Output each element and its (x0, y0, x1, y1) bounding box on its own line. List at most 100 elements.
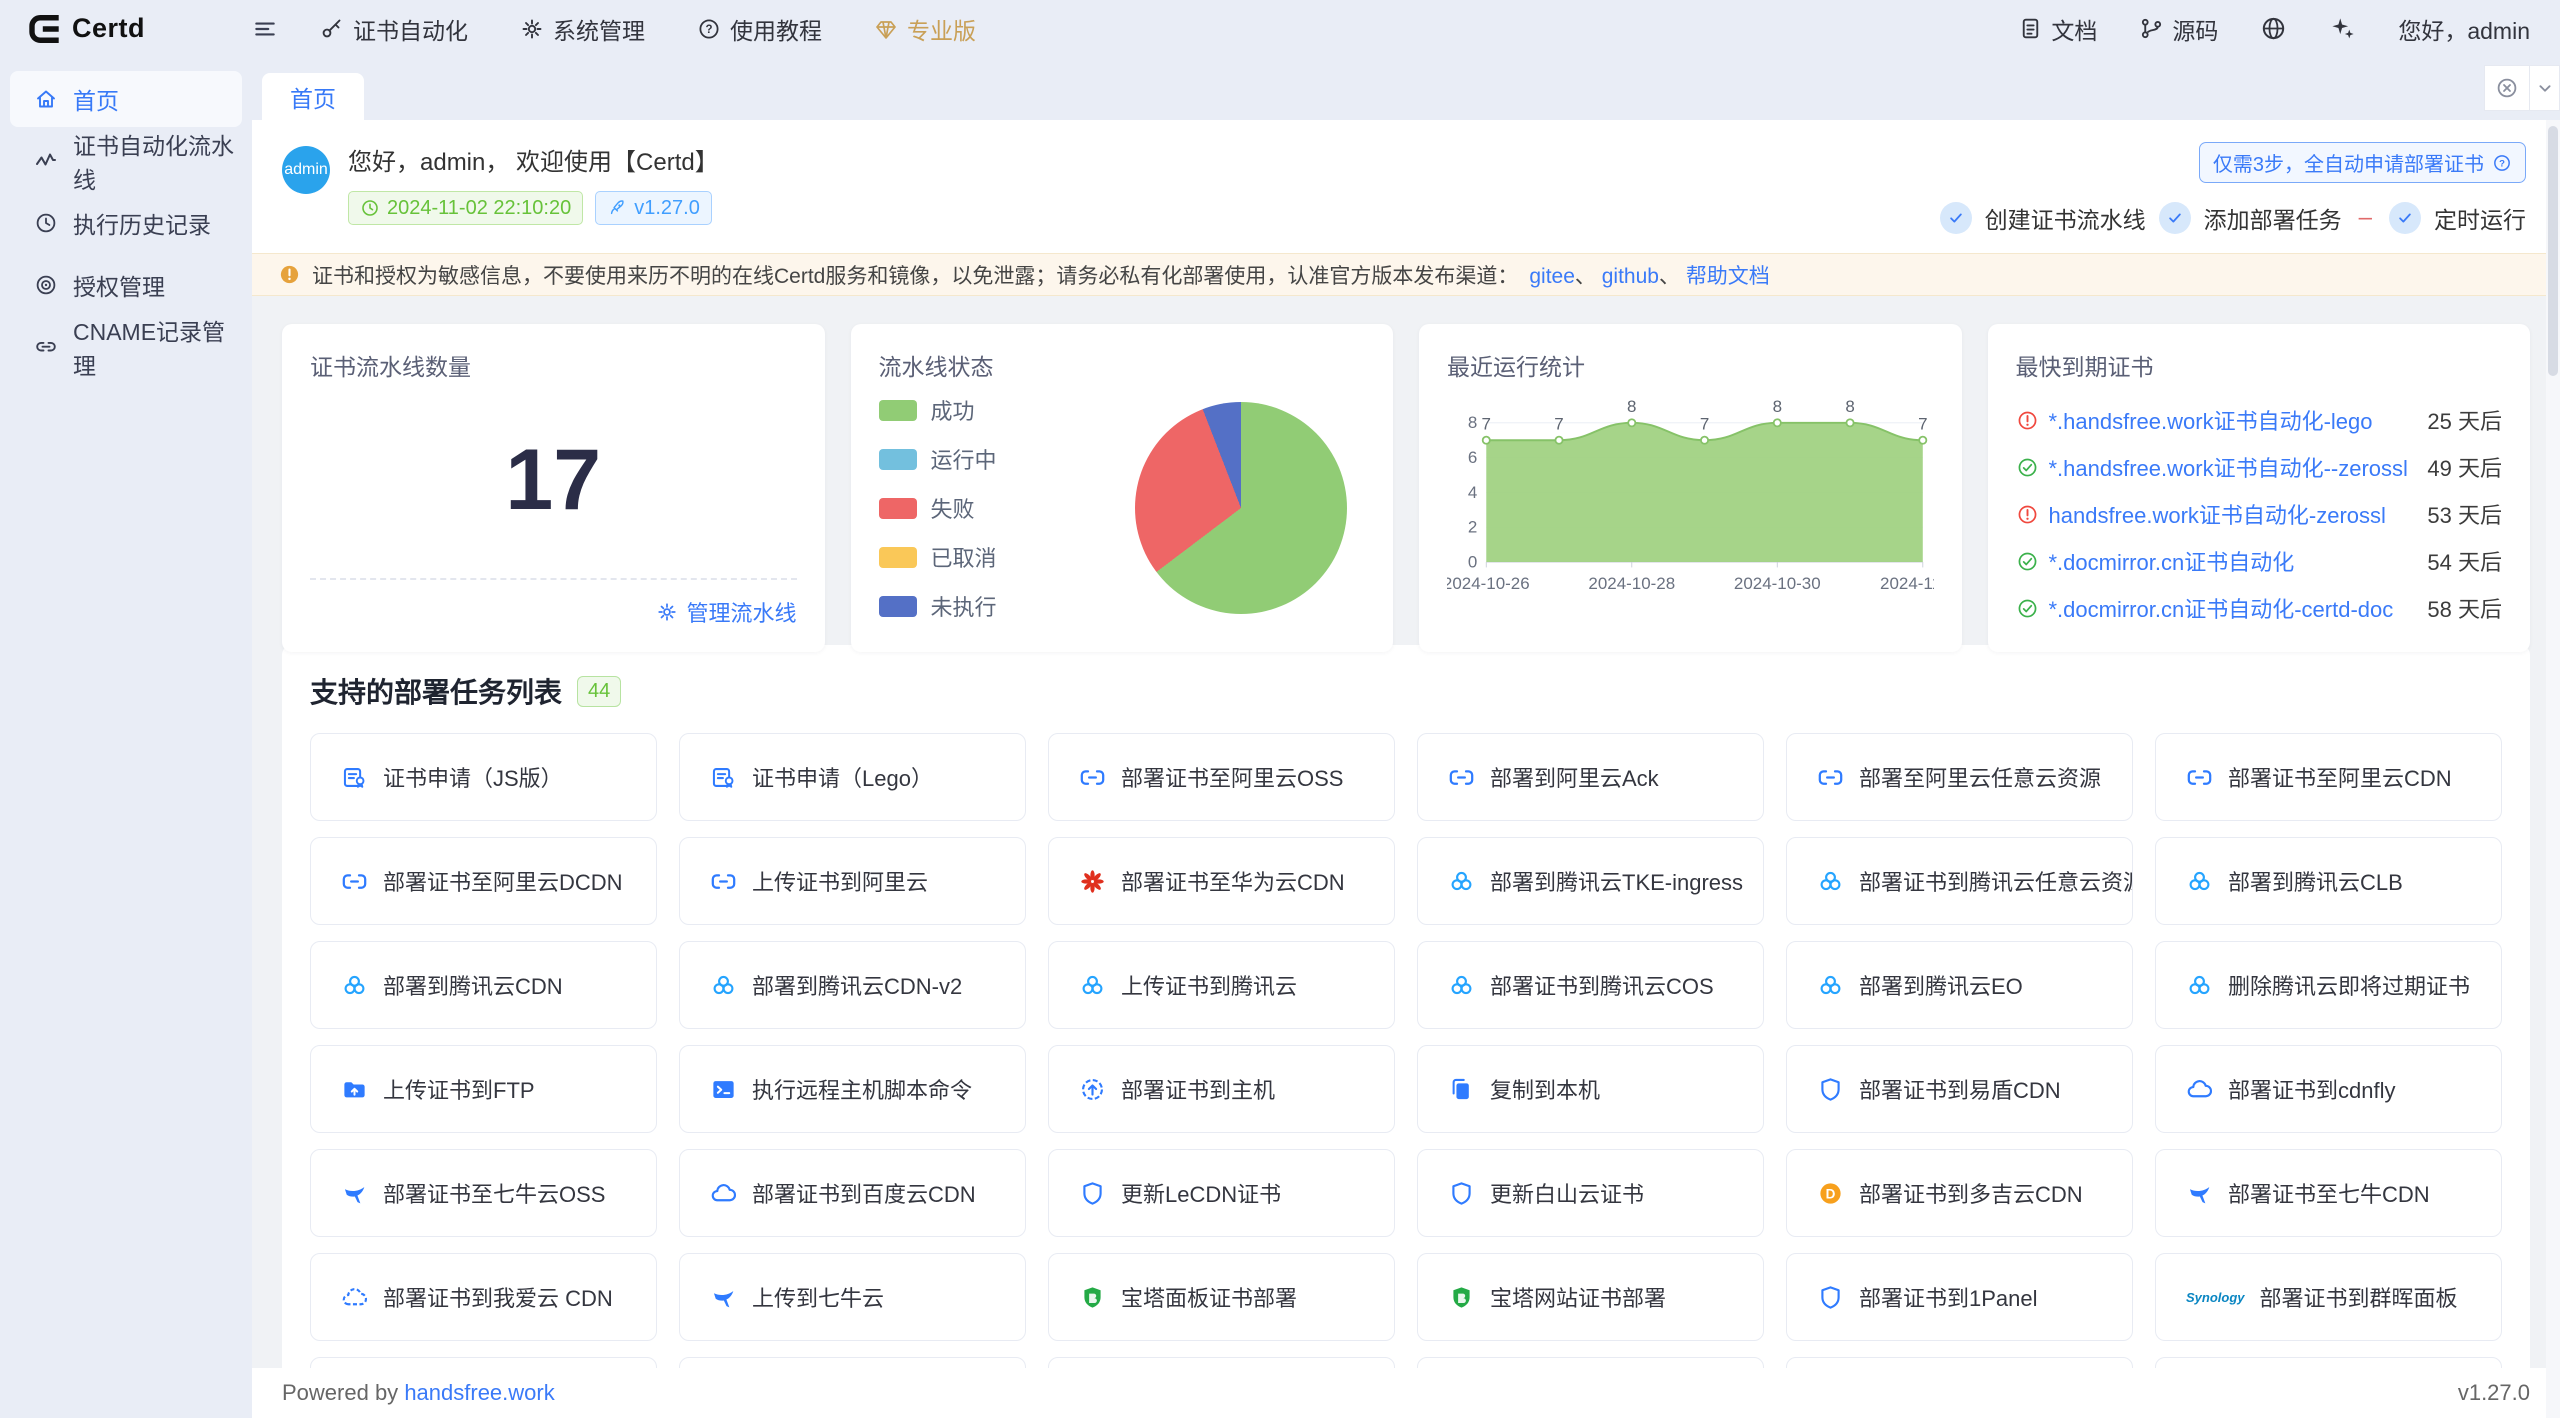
theme-toggle[interactable] (2329, 15, 2356, 42)
tab-menu-button[interactable] (2530, 65, 2560, 111)
task-card-删除腾讯云即将过期证书[interactable]: 删除腾讯云即将过期证书 (2155, 941, 2502, 1029)
task-card-部署证书到cdnfly[interactable]: 部署证书到cdnfly (2155, 1045, 2502, 1133)
cert-pipeline-link[interactable]: handsfree.work证书自动化-zerossl (2049, 498, 2418, 530)
cert-pipeline-link[interactable]: *.handsfree.work证书自动化--zerossl (2049, 451, 2418, 483)
cert-pipeline-link[interactable]: *.docmirror.cn证书自动化 (2049, 545, 2418, 577)
sidebar-item-证书自动化流水线[interactable]: 证书自动化流水线 (10, 133, 242, 189)
three-steps-badge[interactable]: 仅需3步，全自动申请部署证书 (2199, 142, 2526, 183)
recent-runs-card: 最近运行统计 0246877878872024-10-262024-10-282… (1419, 324, 1962, 652)
svg-text:0: 0 (1468, 552, 1477, 571)
task-card-部署证书到我爱云 CDN[interactable]: 部署证书到我爱云 CDN (310, 1253, 657, 1341)
task-card-partial[interactable] (1417, 1357, 1764, 1368)
language-switch[interactable] (2260, 15, 2287, 42)
nav-item-使用教程[interactable]: 使用教程 (697, 12, 822, 46)
task-card-部署证书至七牛CDN[interactable]: 部署证书至七牛CDN (2155, 1149, 2502, 1237)
docs-link[interactable]: 文档 (2018, 12, 2097, 46)
help-circle-icon (2492, 153, 2512, 173)
task-card-部署证书至阿里云DCDN[interactable]: 部署证书至阿里云DCDN (310, 837, 657, 925)
task-card-证书申请（JS版）[interactable]: 证书申请（JS版） (310, 733, 657, 821)
bt-shield-icon (1448, 1284, 1475, 1311)
task-card-部署证书到主机[interactable]: 部署证书到主机 (1048, 1045, 1395, 1133)
legend-item-未执行[interactable]: 未执行 (879, 590, 997, 622)
vertical-scrollbar[interactable] (2546, 120, 2560, 1418)
nav-item-label: 使用教程 (730, 12, 822, 46)
task-card-部署证书到多吉云CDN[interactable]: 部署证书到多吉云CDN (1786, 1149, 2133, 1237)
task-card-label: 上传证书到腾讯云 (1121, 969, 1297, 1001)
task-card-部署到腾讯云CLB[interactable]: 部署到腾讯云CLB (2155, 837, 2502, 925)
status-pie-chart[interactable] (1135, 402, 1347, 614)
card-title: 流水线状态 (879, 348, 1366, 382)
task-card-label: 部署证书到cdnfly (2228, 1073, 2395, 1105)
task-card-证书申请（Lego）[interactable]: 证书申请（Lego） (679, 733, 1026, 821)
task-card-复制到本机[interactable]: 复制到本机 (1417, 1045, 1764, 1133)
sidebar-item-授权管理[interactable]: 授权管理 (10, 257, 242, 313)
task-card-label: 部署到腾讯云CDN-v2 (752, 969, 962, 1001)
legend-item-成功[interactable]: 成功 (879, 394, 997, 426)
task-card-宝塔网站证书部署[interactable]: 宝塔网站证书部署 (1417, 1253, 1764, 1341)
task-card-部署证书到腾讯云COS[interactable]: 部署证书到腾讯云COS (1417, 941, 1764, 1029)
task-card-执行远程主机脚本命令[interactable]: 执行远程主机脚本命令 (679, 1045, 1026, 1133)
legend-item-失败[interactable]: 失败 (879, 492, 997, 524)
task-card-上传证书到阿里云[interactable]: 上传证书到阿里云 (679, 837, 1026, 925)
task-card-更新白山云证书[interactable]: 更新白山云证书 (1417, 1149, 1764, 1237)
task-card-部署证书至阿里云CDN[interactable]: 部署证书至阿里云CDN (2155, 733, 2502, 821)
warning-circle-icon (2016, 409, 2039, 432)
task-card-部署证书到易盾CDN[interactable]: 部署证书到易盾CDN (1786, 1045, 2133, 1133)
nav-item-证书自动化[interactable]: 证书自动化 (320, 12, 468, 46)
task-card-部署到腾讯云CDN[interactable]: 部署到腾讯云CDN (310, 941, 657, 1029)
manage-pipelines-link[interactable]: 管理流水线 (656, 596, 796, 628)
legend-item-运行中[interactable]: 运行中 (879, 443, 997, 475)
task-card-partial[interactable] (2155, 1357, 2502, 1368)
shield-icon (1817, 1076, 1844, 1103)
task-card-部署证书至阿里云OSS[interactable]: 部署证书至阿里云OSS (1048, 733, 1395, 821)
recent-runs-area-chart[interactable]: 0246877878872024-10-262024-10-282024-10-… (1447, 382, 1934, 610)
notice-link-帮助文档[interactable]: 帮助文档 (1686, 265, 1770, 288)
cert-pipeline-link[interactable]: *.handsfree.work证书自动化-lego (2049, 404, 2418, 436)
task-card-部署证书到1Panel[interactable]: 部署证书到1Panel (1786, 1253, 2133, 1341)
notice-link-github[interactable]: github (1602, 265, 1659, 288)
task-card-partial[interactable] (1048, 1357, 1395, 1368)
task-card-上传证书到腾讯云[interactable]: 上传证书到腾讯云 (1048, 941, 1395, 1029)
legend-item-已取消[interactable]: 已取消 (879, 541, 997, 573)
task-card-部署到腾讯云CDN-v2[interactable]: 部署到腾讯云CDN-v2 (679, 941, 1026, 1029)
task-card-上传到七牛云[interactable]: 上传到七牛云 (679, 1253, 1026, 1341)
close-tabs-button[interactable] (2484, 65, 2530, 111)
task-card-上传证书到FTP[interactable]: 上传证书到FTP (310, 1045, 657, 1133)
cert-pipeline-link[interactable]: *.docmirror.cn证书自动化-certd-doc (2049, 592, 2418, 624)
nav-item-系统管理[interactable]: 系统管理 (520, 12, 645, 46)
task-card-部署至阿里云任意云资源[interactable]: 部署至阿里云任意云资源 (1786, 733, 2133, 821)
task-card-部署证书至华为云CDN[interactable]: 部署证书至华为云CDN (1048, 837, 1395, 925)
scrollbar-thumb[interactable] (2548, 126, 2558, 376)
task-card-部署到阿里云Ack[interactable]: 部署到阿里云Ack (1417, 733, 1764, 821)
task-card-更新LeCDN证书[interactable]: 更新LeCDN证书 (1048, 1149, 1395, 1237)
version-tag[interactable]: v1.27.0 (595, 191, 712, 225)
avatar[interactable]: admin (282, 146, 330, 194)
sidebar-collapse-icon[interactable] (252, 16, 278, 42)
nav-item-专业版[interactable]: 专业版 (874, 12, 976, 46)
tab-home[interactable]: 首页 (262, 73, 364, 120)
source-code-link[interactable]: 源码 (2139, 12, 2218, 46)
task-card-部署证书到腾讯云任意云资源[interactable]: 部署证书到腾讯云任意云资源 (1786, 837, 2133, 925)
task-card-label: 部署证书到主机 (1121, 1073, 1275, 1105)
task-card-宝塔面板证书部署[interactable]: 宝塔面板证书部署 (1048, 1253, 1395, 1341)
task-card-label: 更新白山云证书 (1490, 1177, 1644, 1209)
svg-text:2024-10-28: 2024-10-28 (1588, 574, 1675, 593)
sidebar-item-执行历史记录[interactable]: 执行历史记录 (10, 195, 242, 251)
docs-link-label: 文档 (2051, 12, 2097, 46)
task-card-部署到腾讯云EO[interactable]: 部署到腾讯云EO (1786, 941, 2133, 1029)
notice-link-gitee[interactable]: gitee (1529, 265, 1575, 288)
task-card-部署证书到群晖面板[interactable]: Synology部署证书到群晖面板 (2155, 1253, 2502, 1341)
task-card-partial[interactable] (310, 1357, 657, 1368)
task-card-partial[interactable] (1786, 1357, 2133, 1368)
task-card-部署证书到百度云CDN[interactable]: 部署证书到百度云CDN (679, 1149, 1026, 1237)
user-menu[interactable]: 您好，admin (2398, 12, 2530, 46)
task-card-部署证书至七牛云OSS[interactable]: 部署证书至七牛云OSS (310, 1149, 657, 1237)
task-card-partial[interactable] (679, 1357, 1026, 1368)
handsfree-link[interactable]: handsfree.work (404, 1380, 554, 1405)
task-card-label: 部署证书到腾讯云任意云资源 (1859, 865, 2133, 897)
sidebar-item-首页[interactable]: 首页 (10, 71, 242, 127)
task-card-部署到腾讯云TKE-ingress[interactable]: 部署到腾讯云TKE-ingress (1417, 837, 1764, 925)
sidebar-item-CNAME记录管理[interactable]: CNAME记录管理 (10, 319, 242, 375)
cert-expiry-days: 25 天后 (2427, 404, 2502, 436)
tencent-icon (1817, 972, 1844, 999)
